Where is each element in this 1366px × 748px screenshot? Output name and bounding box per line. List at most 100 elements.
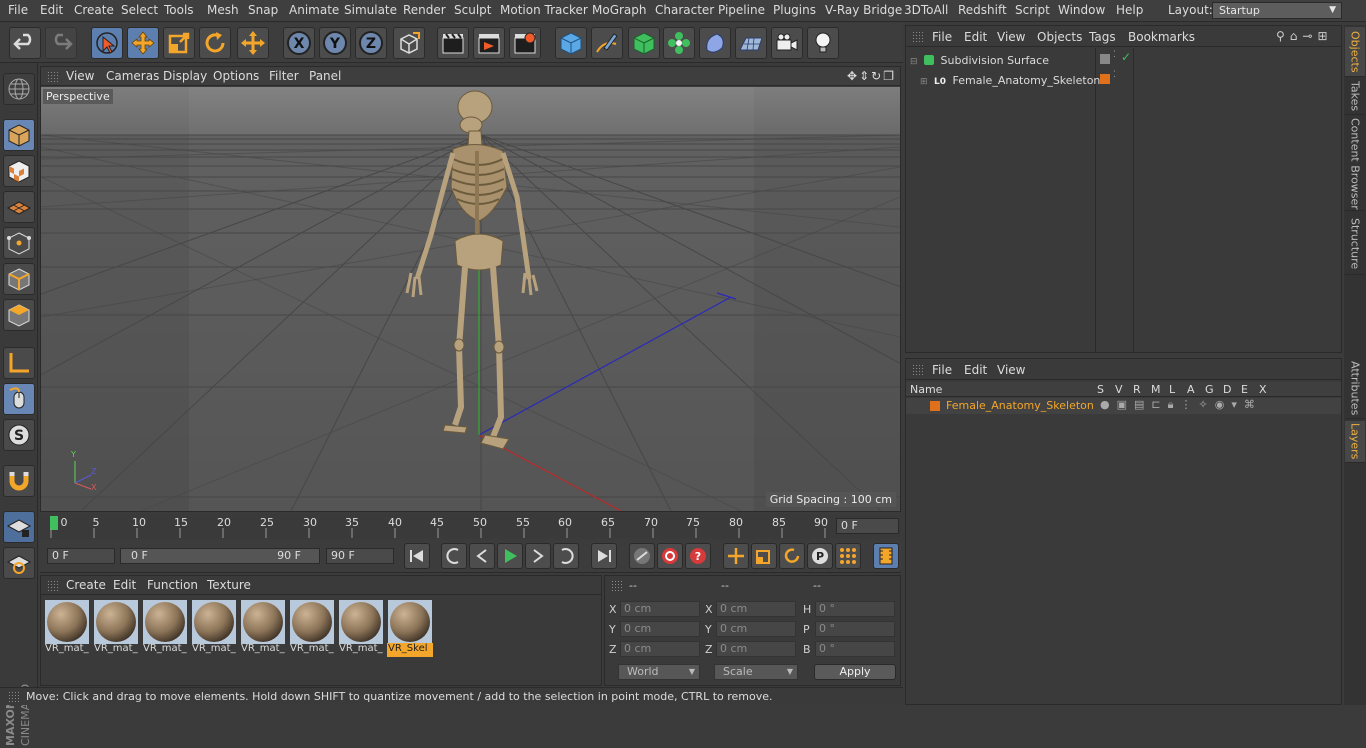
generator-toggle-icon[interactable]: ✧ [1199,398,1215,411]
size-x-field[interactable]: 0 cm [716,601,796,617]
motion-record-button[interactable] [629,543,655,569]
camera-button[interactable] [771,27,803,59]
object-menu-bookmarks[interactable]: Bookmarks [1128,30,1195,44]
layer-col-view[interactable]: V [1115,383,1123,396]
tab-attributes[interactable]: Attributes [1345,359,1365,419]
layer-col-generators[interactable]: G [1205,383,1214,396]
animation-toggle-icon[interactable]: ⋮ [1181,398,1199,411]
render-picture-viewer-button[interactable] [473,27,505,59]
next-key-button[interactable] [553,543,579,569]
zoom-view-icon[interactable]: ⇕ [859,69,871,83]
subdivision-button[interactable] [628,27,660,59]
cloner-button[interactable] [663,27,695,59]
viewport-menu-filter[interactable]: Filter [269,69,299,83]
menu-3dtoall[interactable]: 3DToAll [904,3,948,17]
panel-grip-icon[interactable] [611,580,622,591]
redo-button[interactable] [45,27,77,59]
size-mode-dropdown[interactable]: Scale ▼ [714,664,798,680]
key-pla-button[interactable] [835,543,861,569]
size-y-field[interactable]: 0 cm [716,621,796,637]
menu-redshift[interactable]: Redshift [958,3,1007,17]
points-mode-button[interactable] [3,227,35,259]
material-swatch[interactable]: VR_mat_ [142,599,188,658]
coordinate-system-button[interactable] [393,27,425,59]
layer-col-manager[interactable]: M [1151,383,1161,396]
material-swatch[interactable]: VR_Skel [387,599,433,658]
tree-collapse-icon[interactable]: ⊟ [910,57,918,67]
timeline-ruler[interactable]: 0 5 10 15 20 25 30 35 40 45 50 55 60 65 … [40,514,901,538]
z-axis-lock-button[interactable]: Z [355,27,387,59]
record-button[interactable] [657,543,683,569]
object-menu-edit[interactable]: Edit [964,30,987,44]
menu-edit[interactable]: Edit [40,3,63,17]
end-frame-field[interactable]: 90 F [326,548,394,564]
search-icon[interactable]: ⚲ [1276,29,1290,43]
viewport-menu-panel[interactable]: Panel [309,69,341,83]
render-toggle-icon[interactable]: ▤ [1134,398,1151,411]
menu-create[interactable]: Create [74,3,114,17]
menu-animate[interactable]: Animate [289,3,339,17]
rot-h-field[interactable]: 0 ° [815,601,895,617]
layer-color-swatch[interactable] [930,401,940,411]
lock-workplane-button[interactable] [3,511,35,543]
scale-button[interactable] [163,27,195,59]
cube-button[interactable] [555,27,587,59]
viewport-menu-display[interactable]: Display [163,69,207,83]
menu-mesh[interactable]: Mesh [207,3,239,17]
autokey-button[interactable]: ? [685,543,711,569]
deformer-button[interactable] [699,27,731,59]
layer-menu-view[interactable]: View [997,363,1025,377]
next-frame-button[interactable] [525,543,551,569]
menu-pipeline[interactable]: Pipeline [718,3,765,17]
play-button[interactable] [497,543,523,569]
tab-layers[interactable]: Layers [1345,421,1365,463]
viewport-3d-scene[interactable]: Y ZX Perspective Grid Spacing : 100 cm [41,87,900,511]
key-parameter-button[interactable]: P [807,543,833,569]
model-mode-button[interactable] [3,119,35,151]
object-name[interactable]: Female_Anatomy_Skeleton [953,74,1101,87]
panel-grip-icon[interactable] [47,580,58,591]
visibility-dots-icon[interactable]: ⁚ [1113,50,1116,60]
undo-button[interactable] [9,27,41,59]
axis-mode-button[interactable] [3,347,35,379]
maximize-view-icon[interactable]: ❐ [883,69,896,83]
pen-button[interactable] [591,27,623,59]
snap-button[interactable] [3,465,35,497]
move-view-icon[interactable]: ✥ [847,69,859,83]
make-editable-button[interactable] [3,73,35,105]
viewport-menu-view[interactable]: View [66,69,94,83]
go-to-end-button[interactable] [591,543,617,569]
current-frame-field[interactable]: 0 F [836,518,899,534]
move-button[interactable] [127,27,159,59]
material-menu-edit[interactable]: Edit [113,578,136,592]
object-menu-objects[interactable]: Objects [1037,30,1082,44]
layer-col-name[interactable]: Name [910,383,942,396]
timeline-window-button[interactable] [873,543,899,569]
workplane-button[interactable] [3,191,35,223]
tree-expand-icon[interactable]: ⊞ [920,77,928,87]
object-menu-view[interactable]: View [997,30,1025,44]
enabled-check-icon[interactable]: ✓ [1121,50,1131,64]
key-rotation-button[interactable] [779,543,805,569]
layer-row[interactable]: Female_Anatomy_Skeleton ●▣▤⊏🔒︎⋮✧◉▾⌘ [906,398,1341,414]
material-swatch[interactable]: VR_mat_ [93,599,139,658]
menu-render[interactable]: Render [403,3,446,17]
panel-grip-icon[interactable] [912,31,923,42]
object-menu-file[interactable]: File [932,30,952,44]
texture-mode-button[interactable] [3,155,35,187]
start-frame-field[interactable]: 0 F [47,548,115,564]
previous-frame-button[interactable] [469,543,495,569]
coordinate-space-dropdown[interactable]: World ▼ [618,664,700,680]
lock-icon[interactable]: 🔒︎ [1168,398,1181,411]
layer-toggle-icon[interactable] [1100,54,1110,64]
link-icon[interactable]: ⊸ [1302,29,1317,43]
frame-range-slider[interactable]: 0 F 90 F [120,548,320,564]
solo-button[interactable]: S [3,419,35,451]
deformer-toggle-icon[interactable]: ◉ [1215,398,1232,411]
menu-help[interactable]: Help [1116,3,1143,17]
material-menu-function[interactable]: Function [147,578,198,592]
material-swatch[interactable]: VR_mat_ [338,599,384,658]
viewport-menu-cameras[interactable]: Cameras [106,69,159,83]
panel-grip-icon[interactable] [912,364,923,375]
pos-z-field[interactable]: 0 cm [620,641,700,657]
